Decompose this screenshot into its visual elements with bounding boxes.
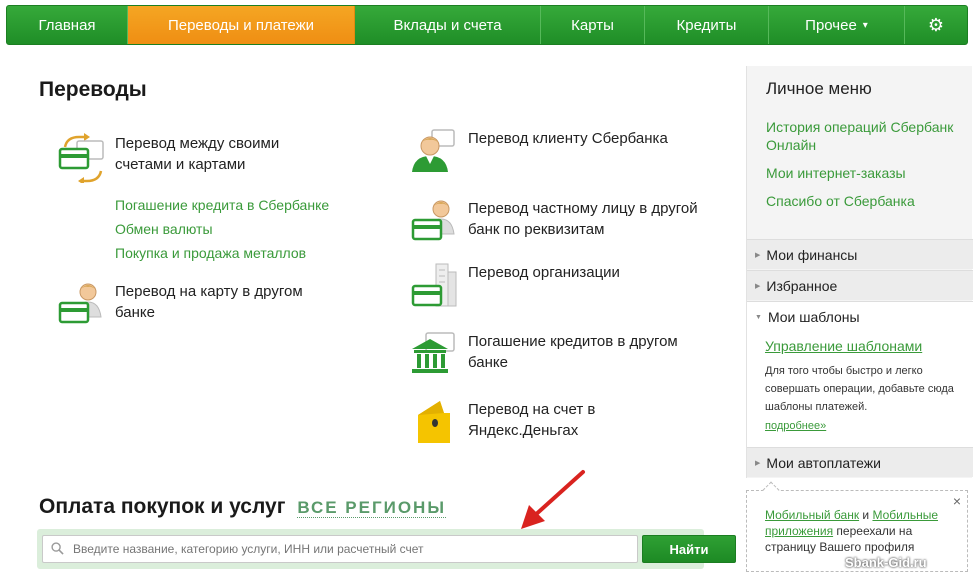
building-icon <box>411 263 457 307</box>
chevron-right-icon: ▶ <box>755 459 761 467</box>
transfer-loans-other-bank[interactable]: Погашение кредитов в другом банке <box>410 331 708 381</box>
chevron-right-icon: ▶ <box>755 282 761 290</box>
find-button[interactable]: Найти <box>642 535 736 563</box>
gear-icon: ⚙ <box>927 14 945 35</box>
nav-settings[interactable]: ⚙ <box>905 6 967 44</box>
my-templates-label: Мои шаблоны <box>767 309 860 325</box>
link-currency-exchange[interactable]: Обмен валюты <box>115 217 329 241</box>
card-other-bank-label: Перевод на карту в другом банке <box>115 283 303 321</box>
link-loan-repayment-sber[interactable]: Погашение кредита в Сбербанке <box>115 193 329 217</box>
my-autopayments-label: Мои автоплатежи <box>766 454 881 471</box>
nav-other[interactable]: Прочее ▾ <box>769 6 905 44</box>
chevron-down-icon: ▾ <box>862 19 868 31</box>
transfer-private-person[interactable]: Перевод частному лицу в другой банк по р… <box>410 198 708 248</box>
main-nav: Главная Переводы и платежи Вклады и счет… <box>6 5 968 45</box>
nav-credits[interactable]: Кредиты <box>645 6 769 44</box>
sber-client-label: Перевод клиенту Сбербанка <box>468 130 668 147</box>
nav-other-label: Прочее <box>805 16 857 34</box>
link-mobile-bank[interactable]: Мобильный банк <box>765 508 859 522</box>
payments-search-bar: Найти <box>37 529 736 569</box>
my-finances-label: Мои финансы <box>766 246 858 263</box>
person-card-icon <box>58 283 102 324</box>
section-favorites[interactable]: ▶ Избранное <box>747 270 973 300</box>
own-accounts-sublinks: Погашение кредита в Сбербанке Обмен валю… <box>115 193 329 265</box>
loans-other-bank-label: Погашение кредитов в другом банке <box>468 333 678 371</box>
favorites-label: Избранное <box>766 277 838 294</box>
section-my-templates: ▼ Мои шаблоны Управление шаблонами Для т… <box>747 301 973 449</box>
yandex-money-label: Перевод на счет в Яндекс.Деньгах <box>468 401 596 439</box>
transfer-card-other-bank[interactable]: Перевод на карту в другом банке <box>57 281 335 331</box>
sber-client-icon <box>412 129 455 172</box>
bank-icon <box>412 332 455 373</box>
chevron-right-icon: ▶ <box>755 251 761 259</box>
personal-menu-links: История операций Сбербанк Онлайн Мои инт… <box>766 118 966 220</box>
payments-search-input[interactable] <box>42 535 638 563</box>
nav-deposits-accounts[interactable]: Вклады и счета <box>355 6 541 44</box>
private-person-label: Перевод частному лицу в другой банк по р… <box>468 200 698 238</box>
payments-title: Оплата покупок и услуг ВСЕ РЕГИОНЫ <box>39 495 446 519</box>
link-metals-trade[interactable]: Покупка и продажа металлов <box>115 241 329 265</box>
chevron-down-icon: ▼ <box>755 313 762 321</box>
transfer-organization[interactable]: Перевод организации <box>410 262 708 312</box>
transfers-title: Переводы <box>39 78 147 101</box>
transfer-own-accounts[interactable]: Перевод между своими счетами и картами <box>57 133 335 183</box>
personal-menu-panel: Личное меню История операций Сбербанк Он… <box>746 66 973 478</box>
link-spasibo[interactable]: Спасибо от Сбербанка <box>766 192 966 210</box>
annotation-arrow-icon <box>521 470 585 529</box>
section-my-finances[interactable]: ▶ Мои финансы <box>747 239 973 269</box>
notice-and: и <box>859 508 873 522</box>
personal-menu-title: Личное меню <box>766 79 872 98</box>
link-internet-orders[interactable]: Мои интернет-заказы <box>766 164 966 182</box>
transfer-yandex-money[interactable]: Перевод на счет в Яндекс.Деньгах <box>410 399 708 449</box>
nav-main[interactable]: Главная <box>7 6 128 44</box>
nav-transfers-payments[interactable]: Переводы и платежи <box>128 6 355 44</box>
search-icon <box>51 542 64 555</box>
nav-cards[interactable]: Карты <box>541 6 645 44</box>
transfer-sber-client[interactable]: Перевод клиенту Сбербанка <box>410 128 728 178</box>
all-regions-link[interactable]: ВСЕ РЕГИОНЫ <box>297 498 446 518</box>
watermark: Sbank-Gid.ru <box>845 555 927 570</box>
link-more-templates[interactable]: подробнее» <box>765 420 826 432</box>
link-manage-templates[interactable]: Управление шаблонами <box>765 338 922 354</box>
link-operations-history[interactable]: История операций Сбербанк Онлайн <box>766 118 966 154</box>
my-templates-header[interactable]: ▼ Мои шаблоны <box>755 309 860 325</box>
section-my-autopayments[interactable]: ▶ Мои автоплатежи <box>747 447 973 477</box>
organization-label: Перевод организации <box>468 264 620 281</box>
own-accounts-icon <box>58 133 104 183</box>
notice-text: Мобильный банк и Мобильные приложения пе… <box>765 507 960 555</box>
private-person-icon <box>411 200 455 241</box>
yandex-wallet-icon <box>418 401 450 443</box>
templates-description: Для того чтобы быстро и легко совершать … <box>765 365 954 413</box>
own-accounts-label: Перевод между своими счетами и картами <box>115 135 280 173</box>
payments-title-text: Оплата покупок и услуг <box>39 495 286 518</box>
